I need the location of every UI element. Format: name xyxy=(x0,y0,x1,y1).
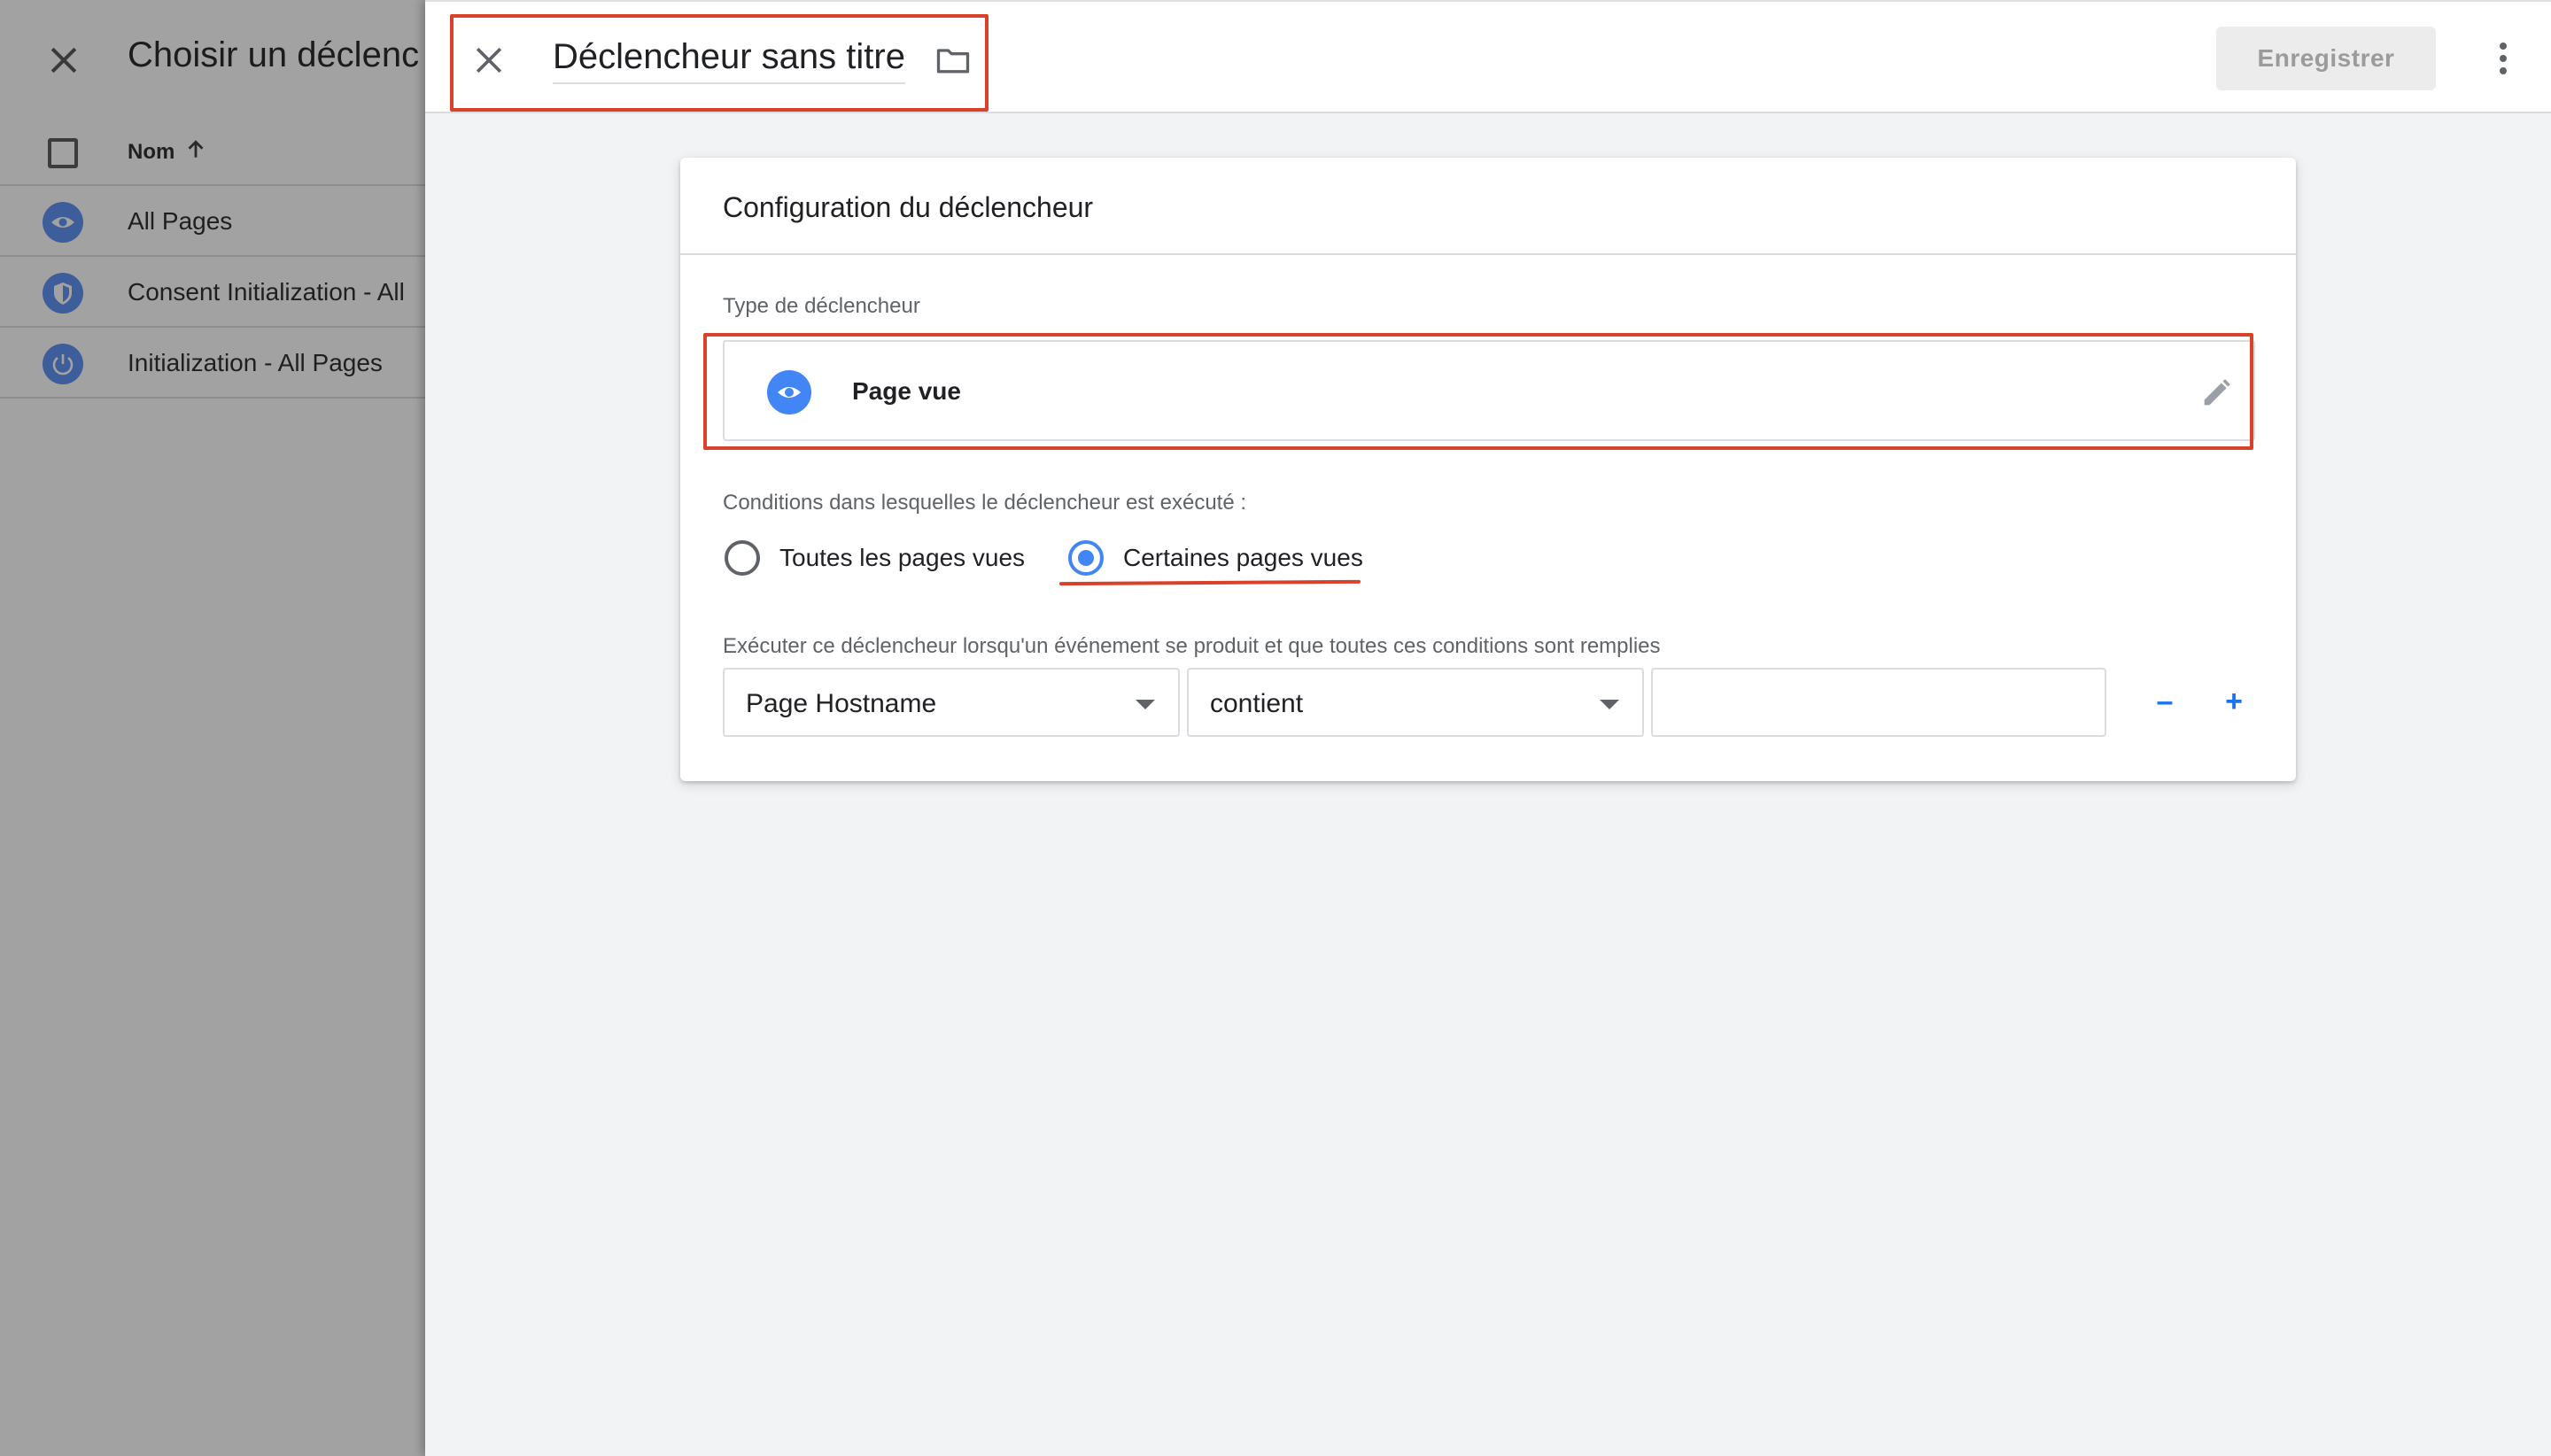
trigger-type-tile[interactable]: Page vue xyxy=(723,340,2255,441)
chooser-row-label: Initialization - All Pages xyxy=(128,349,383,376)
trigger-configuration-card: Configuration du déclencheur Type de déc… xyxy=(680,158,2296,781)
operator-select-value: contient xyxy=(1210,689,1304,718)
save-button[interactable]: Enregistrer xyxy=(2216,27,2436,90)
chooser-title: Choisir un déclenc xyxy=(128,35,420,74)
add-condition-button[interactable]: + xyxy=(2214,682,2253,721)
trigger-editor: Déclencheur sans titre Enregistrer Confi… xyxy=(425,0,2551,1456)
column-name-label[interactable]: Nom xyxy=(128,140,174,165)
chooser-column-header: Nom xyxy=(0,122,425,186)
sort-arrow-up-icon[interactable] xyxy=(182,136,209,163)
annotation-underline xyxy=(1058,579,1361,586)
shield-icon xyxy=(43,273,83,314)
dropdown-arrow-icon xyxy=(1136,700,1155,709)
card-title: Configuration du déclencheur xyxy=(723,191,1094,223)
divider xyxy=(680,253,2296,255)
remove-condition-button[interactable]: – xyxy=(2145,682,2184,721)
close-icon[interactable] xyxy=(44,41,83,80)
chooser-row-label: All Pages xyxy=(128,207,233,235)
trigger-name-field[interactable]: Déclencheur sans titre xyxy=(553,37,905,84)
radio-all-page-views[interactable]: Toutes les pages vues xyxy=(725,538,1025,577)
folder-icon[interactable] xyxy=(934,41,973,80)
chooser-row-label: Consent Initialization - All xyxy=(128,278,405,306)
radio-label: Toutes les pages vues xyxy=(779,544,1026,571)
variable-select-value: Page Hostname xyxy=(746,689,937,718)
chooser-row-initialization[interactable]: Initialization - All Pages xyxy=(0,328,425,399)
eye-icon xyxy=(43,202,83,243)
close-icon[interactable] xyxy=(469,41,508,80)
select-all-checkbox[interactable] xyxy=(48,138,78,168)
power-icon xyxy=(43,344,83,384)
trigger-type-name: Page vue xyxy=(852,377,961,405)
variable-select[interactable]: Page Hostname xyxy=(723,668,1180,737)
condition-value-input[interactable] xyxy=(1651,668,2106,737)
radio-some-page-views[interactable]: Certaines pages vues xyxy=(1068,538,1363,577)
trigger-type-label: Type de déclencheur xyxy=(723,294,920,318)
operator-select[interactable]: contient xyxy=(1187,668,1644,737)
chooser-header: Choisir un déclenc xyxy=(0,0,425,122)
rule-label: Exécuter ce déclencheur lorsqu'un événem… xyxy=(723,634,1661,658)
more-vert-icon[interactable] xyxy=(2482,37,2524,80)
pencil-edit-icon[interactable] xyxy=(2198,376,2234,411)
radio-button-checked[interactable] xyxy=(1068,540,1104,576)
chooser-row-consent-init[interactable]: Consent Initialization - All xyxy=(0,257,425,328)
radio-button-unchecked[interactable] xyxy=(725,540,760,576)
eye-icon xyxy=(767,370,811,414)
chooser-row-all-pages[interactable]: All Pages xyxy=(0,186,425,257)
trigger-chooser-panel: Choisir un déclenc Nom All Pages Consent… xyxy=(0,0,425,1456)
radio-label: Certaines pages vues xyxy=(1123,544,1363,571)
editor-topbar: Déclencheur sans titre Enregistrer xyxy=(425,0,2551,113)
conditions-label: Conditions dans lesquelles le déclencheu… xyxy=(723,491,1247,515)
dropdown-arrow-icon xyxy=(1600,700,1619,709)
